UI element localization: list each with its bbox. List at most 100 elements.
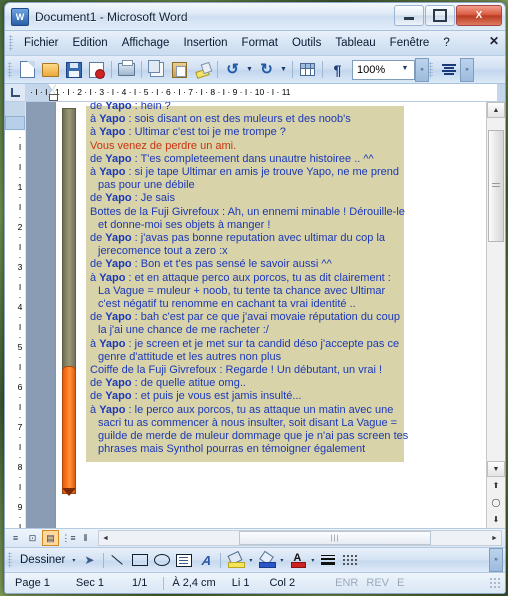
undo-dropdown[interactable]: ▼ <box>244 59 255 80</box>
align-justify-button[interactable] <box>438 59 459 80</box>
horizontal-scrollbar[interactable]: ◄ ||| ► <box>98 530 502 546</box>
document-line: phrases mais Synthol pourras en témoigne… <box>98 443 366 456</box>
format-painter-button[interactable] <box>192 59 213 80</box>
fill-color-icon <box>227 550 245 568</box>
select-objects-button[interactable]: ➤ <box>79 551 99 570</box>
reading-view-button[interactable]: ⫴ <box>78 531 93 545</box>
document-page[interactable]: de Yapo : hein ? à Yapo : sois disant on … <box>56 102 487 528</box>
web-layout-view-button[interactable]: ⊡ <box>25 531 40 545</box>
left-indent-icon[interactable] <box>49 94 58 101</box>
print-button[interactable] <box>116 59 137 80</box>
close-document-button[interactable]: ✕ <box>489 35 499 47</box>
maximize-button[interactable] <box>425 5 455 26</box>
draw-rectangle-button[interactable] <box>130 551 150 570</box>
zoom-combobox[interactable]: 100% ▼ <box>352 59 415 80</box>
horizontal-ruler[interactable]: · I · I · 1 · I · 2 · I · 3 · I · 4 · I … <box>26 84 505 101</box>
redo-dropdown[interactable]: ▼ <box>278 59 289 80</box>
toolbar-drag-grip[interactable] <box>8 61 12 78</box>
menu-tableau[interactable]: Tableau <box>328 34 382 52</box>
cursor-arrow-icon: ➤ <box>84 553 95 567</box>
line-text: : si je tape Ultimar en amis je trouve Y… <box>125 166 399 179</box>
menu-outils[interactable]: Outils <box>285 34 328 52</box>
scroll-down-button[interactable]: ▼ <box>487 461 505 477</box>
hscroll-left-button[interactable]: ◄ <box>99 532 112 544</box>
document-line: pas pour une débile <box>98 179 195 192</box>
menu-insertion[interactable]: Insertion <box>176 34 234 52</box>
dessiner-dropdown-icon[interactable]: ▾ <box>69 551 78 570</box>
indent-markers[interactable] <box>48 84 58 101</box>
redo-button[interactable]: ↻ <box>256 59 277 80</box>
toolbar-overflow-button[interactable]: » <box>415 57 429 82</box>
line-style-button[interactable] <box>318 551 338 570</box>
chevron-down-icon[interactable]: ▼ <box>398 62 412 76</box>
page-area: de Yapo : hein ? à Yapo : sois disant on … <box>26 102 505 528</box>
hscroll-thumb[interactable]: ||| <box>239 531 431 545</box>
vertical-scrollbar[interactable]: ▲ ▼ ⬆ ◯ ⬇ <box>486 102 505 528</box>
line-color-dropdown-icon[interactable]: ▾ <box>277 551 286 570</box>
status-page: Page 1 <box>15 577 50 589</box>
formatting-toolbar-grip[interactable] <box>429 61 433 78</box>
open-button[interactable] <box>40 59 61 80</box>
fill-color-dropdown-icon[interactable]: ▾ <box>246 551 255 570</box>
menu-help[interactable]: ? <box>436 34 456 52</box>
menu-fenetre[interactable]: Fenêtre <box>383 34 437 52</box>
select-browse-object-button[interactable]: ◯ <box>487 494 505 511</box>
oval-icon <box>154 554 171 566</box>
font-color-dropdown-icon[interactable]: ▾ <box>308 551 317 570</box>
dessiner-menu-button[interactable]: Dessiner <box>16 552 69 568</box>
scroll-up-button[interactable]: ▲ <box>487 102 505 118</box>
hscroll-right-button[interactable]: ► <box>488 532 501 544</box>
resize-grip[interactable] <box>489 577 501 589</box>
status-record-mode[interactable]: ENR <box>331 577 362 589</box>
vertical-ruler-selection[interactable] <box>5 116 25 130</box>
fill-color-button[interactable] <box>225 550 245 570</box>
speaker-name: Yapo <box>99 126 126 139</box>
paste-button[interactable] <box>169 59 190 80</box>
line-prefix: de <box>90 102 106 112</box>
insert-wordart-button[interactable]: A <box>196 551 216 570</box>
scroll-track-top[interactable] <box>487 118 505 130</box>
normal-view-button[interactable]: ≡ <box>8 531 23 545</box>
line-text: : et puis je vous est jamis insulté... <box>131 390 302 403</box>
scroll-thumb[interactable] <box>488 130 504 242</box>
close-button[interactable]: X <box>456 5 502 26</box>
line-color-button[interactable] <box>256 550 276 570</box>
document-line: sacri tu as commencer à nous insulter, s… <box>98 416 398 429</box>
draw-oval-button[interactable] <box>152 551 172 570</box>
font-color-button[interactable]: A <box>287 551 307 570</box>
insert-text-box-button[interactable] <box>174 551 194 570</box>
show-formatting-button[interactable]: ¶ <box>327 59 348 80</box>
drawing-toolbar-grip[interactable] <box>8 552 12 568</box>
status-extend-mode[interactable]: E <box>393 577 408 589</box>
menu-affichage[interactable]: Affichage <box>115 34 177 52</box>
outline-view-button[interactable]: ⋮≡ <box>61 531 76 545</box>
next-page-button[interactable]: ⬇ <box>487 511 505 528</box>
line-text: : hein ? <box>131 102 171 112</box>
selected-chat-text-block[interactable]: de Yapo : hein ? à Yapo : sois disant on … <box>86 102 408 463</box>
vertical-ruler[interactable]: ·I·I·1·I·2·I·3·I·4·I·5·I·6·I·7·I·8·I·9·I… <box>5 102 26 528</box>
new-document-button[interactable] <box>17 59 38 80</box>
insert-table-button[interactable] <box>297 59 318 80</box>
permission-button[interactable] <box>86 59 107 80</box>
save-button[interactable] <box>63 59 84 80</box>
print-layout-view-button[interactable]: ▤ <box>42 530 59 546</box>
status-track-changes[interactable]: REV <box>362 577 393 589</box>
drawbar-overflow-button[interactable]: » <box>489 548 503 572</box>
menu-drag-grip[interactable] <box>9 35 13 51</box>
tab-stop-selector[interactable] <box>5 84 26 101</box>
window-title: Document1 - Microsoft Word <box>35 9 188 24</box>
menu-fichier[interactable]: Fichier <box>17 34 66 52</box>
undo-button[interactable]: ↺ <box>222 59 243 80</box>
previous-page-button[interactable]: ⬆ <box>487 477 505 494</box>
formatting-overflow-button[interactable]: » <box>460 57 474 82</box>
dash-style-button[interactable] <box>340 551 360 570</box>
orange-fill-shape[interactable] <box>62 366 76 494</box>
draw-line-button[interactable] <box>108 551 128 570</box>
copy-button[interactable] <box>146 59 167 80</box>
menu-edition[interactable]: Edition <box>66 34 115 52</box>
status-bar: Page 1 Sec 1 1/1 À 2,4 cm Li 1 Col 2 ENR… <box>5 572 505 593</box>
speaker-name: Yapo <box>105 258 132 271</box>
menu-format[interactable]: Format <box>235 34 285 52</box>
minimize-button[interactable] <box>394 5 424 26</box>
scroll-track-bottom[interactable] <box>487 242 505 461</box>
